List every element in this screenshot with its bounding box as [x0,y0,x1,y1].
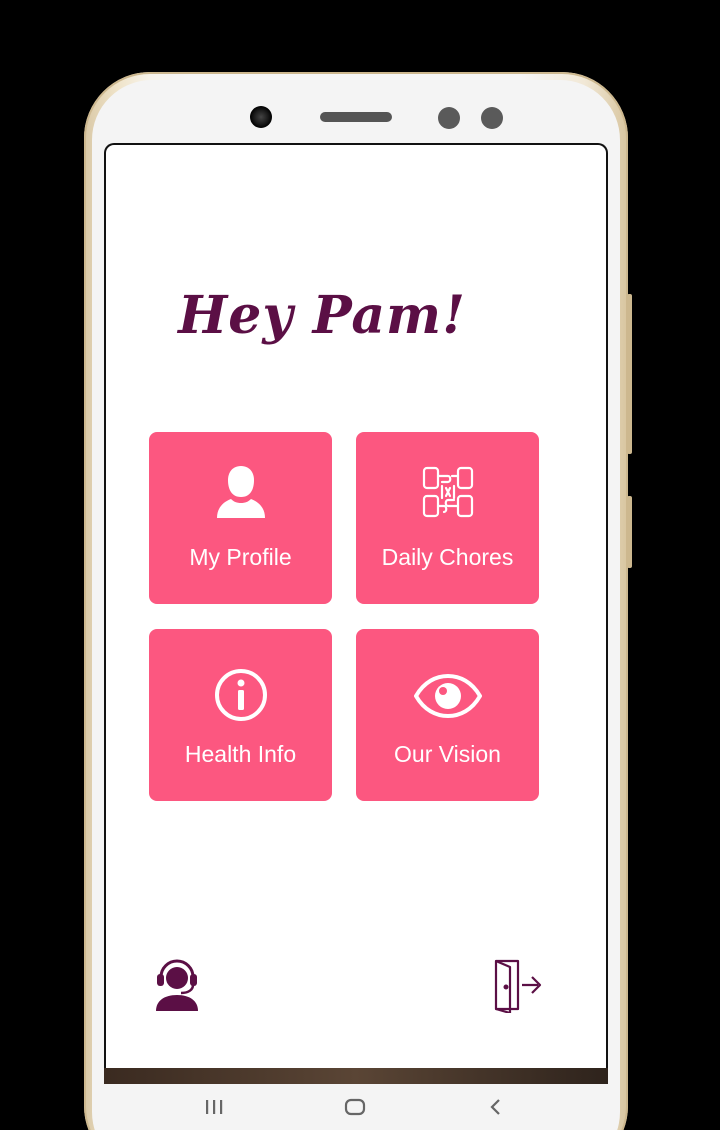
light-sensor [481,107,503,129]
logout-door-icon[interactable] [492,957,542,1017]
our-vision-label: Our Vision [394,741,501,767]
back-icon[interactable] [488,1098,502,1120]
daily-chores-label: Daily Chores [381,544,514,570]
power-button [627,496,632,568]
front-camera [250,106,272,128]
recents-icon[interactable] [204,1098,224,1120]
earpiece-speaker [320,112,392,122]
daily-chores-tile[interactable]: Daily Chores [356,432,539,604]
our-vision-tile[interactable]: Our Vision [356,629,539,801]
device-frame: Hey Pam! My Profile Daily Chores Health … [0,0,720,1130]
home-icon[interactable] [344,1098,366,1120]
health-info-label: Health Info [184,741,297,767]
wallpaper-strip [104,1068,608,1084]
system-nav-bar [104,1084,608,1130]
proximity-sensor [438,107,460,129]
volume-button [627,294,632,454]
joined-hands-icon [420,464,476,524]
info-circle-icon [213,667,269,727]
my-profile-tile[interactable]: My Profile [149,432,332,604]
greeting-title: Hey Pam! [178,285,466,346]
health-info-tile[interactable]: Health Info [149,629,332,801]
my-profile-label: My Profile [189,544,292,570]
support-agent-icon[interactable] [154,955,200,1015]
eye-icon [413,673,482,723]
app-screen: Hey Pam! My Profile Daily Chores Health … [104,143,608,1069]
woman-user-icon [213,462,269,522]
